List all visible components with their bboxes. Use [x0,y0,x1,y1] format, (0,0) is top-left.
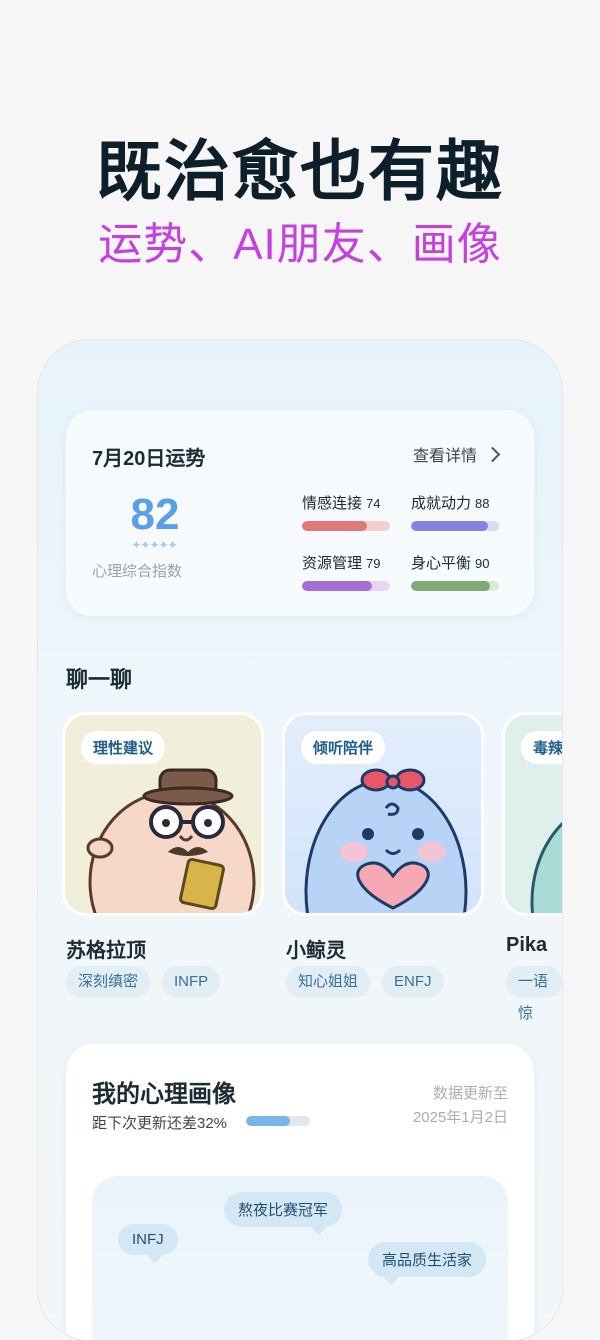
trait-bubble: INFJ [118,1224,178,1255]
metric-name: 成就动力 [411,495,472,512]
metric-bar [302,521,390,531]
character-name: 小鲸灵 [286,940,346,962]
metric-name: 资源管理 [302,555,363,572]
subheadline: 运势、AI朋友、画像 [98,220,502,269]
character-card-whale[interactable]: 倾听陪伴 [282,712,484,916]
overall-score: 82 [130,490,180,539]
chevron-right-icon [484,446,501,462]
score-label: 心理综合指数 [92,563,183,580]
metric-value: 74 [366,496,381,511]
character-card-socrates[interactable]: 理性建议 [62,712,264,916]
update-note-line1: 数据更新至 [432,1085,508,1102]
metric-bar [302,581,390,591]
metric-bar-fill [411,521,489,531]
trait-bubble: 高品质生活家 [368,1242,487,1277]
update-note: 数据更新至 2025年1月2日 [413,1082,508,1130]
profile-title: 我的心理画像 [92,1081,236,1108]
metric-name: 情感连接 [302,495,363,512]
character-name: Pika [506,934,548,956]
metric-achievement-drive: 成就动力 88 [411,492,501,531]
character-chip: 知心姐姐 [286,966,371,998]
headline: 既治愈也有趣 [96,134,504,208]
metric-bar-fill [411,581,491,591]
score-stars-icon: ✦✦✦✦✦ [131,538,177,552]
profile-progress-text: 距下次更新还差32% [92,1115,228,1132]
trait-bubble-area: INFJ 熬夜比赛冠军 高品质生活家 [92,1176,508,1340]
metric-resource-management: 资源管理 79 [302,552,392,591]
trait-bubble: 熬夜比赛冠军 [224,1192,343,1227]
metric-value: 90 [475,556,490,571]
view-details-label: 查看详情 [412,448,477,465]
fortune-card[interactable]: 7月20日运势 查看详情 82 ✦✦✦✦✦ 心理综合指数 情感连接 74 成就动力… [66,410,534,616]
metric-value: 79 [366,556,381,571]
character-tag: 毒辣 [521,731,562,764]
character-chip: 深刻缜密 [66,966,151,998]
character-card-pika[interactable]: 毒辣 [502,712,562,916]
character-chip: 一语惊 [506,966,562,1022]
chat-section-title: 聊一聊 [66,667,133,692]
character-name: 苏格拉顶 [66,940,146,962]
character-chip: ENFJ [382,966,444,998]
metric-bar-fill [302,521,368,531]
metric-bar [411,521,499,531]
metric-emotional-connection: 情感连接 74 [302,492,392,531]
profile-progress-fill [246,1116,290,1126]
character-tag: 理性建议 [81,731,166,764]
character-chip: INFP [162,966,221,998]
psych-profile-card[interactable]: 我的心理画像 距下次更新还差32% 数据更新至 2025年1月2日 INFJ 熬… [66,1044,534,1340]
metric-value: 88 [475,496,490,511]
metric-mind-body-balance: 身心平衡 90 [411,552,501,591]
fortune-title: 7月20日运势 [92,448,206,470]
metric-name: 身心平衡 [411,555,472,572]
metric-bar [411,581,499,591]
view-details-link[interactable]: 查看详情 [412,442,501,466]
profile-progress-bar [246,1116,310,1126]
update-note-date: 2025年1月2日 [412,1109,508,1126]
phone-screen: 7月20日运势 查看详情 82 ✦✦✦✦✦ 心理综合指数 情感连接 74 成就动力… [38,340,562,1340]
metric-bar-fill [302,581,372,591]
character-tag: 倾听陪伴 [301,731,386,764]
